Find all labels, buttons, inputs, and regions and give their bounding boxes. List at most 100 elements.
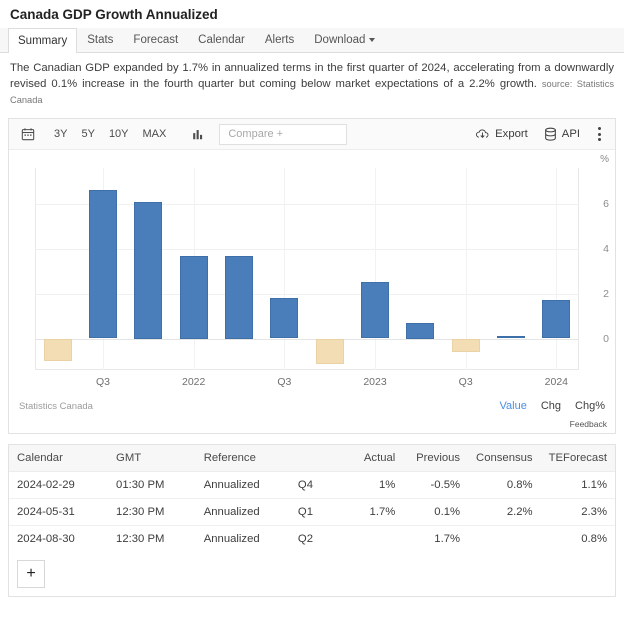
cell-forecast: 1.1% bbox=[540, 471, 615, 499]
chart-bar[interactable] bbox=[270, 298, 298, 338]
tab-forecast[interactable]: Forecast bbox=[123, 27, 188, 52]
add-row-button[interactable]: + bbox=[17, 560, 45, 588]
calendar-table-card: Calendar GMT Reference Actual Previous Consen… bbox=[8, 444, 616, 597]
column-header-calendar[interactable]: Calendar bbox=[9, 445, 109, 472]
page-title: Canada GDP Growth Annualized bbox=[0, 0, 624, 28]
x-axis-tick-label: Q3 bbox=[95, 376, 111, 388]
plot-border bbox=[578, 168, 579, 370]
table-body: 2024-02-29 01:30 PM Annualized Q4 1% -0.5% 0.8… bbox=[9, 471, 615, 553]
series-toggle-value[interactable]: Value bbox=[500, 400, 527, 412]
range-button-max[interactable]: MAX bbox=[136, 124, 174, 144]
cloud-download-icon bbox=[475, 127, 490, 142]
table-header: Calendar GMT Reference Actual Previous Consen… bbox=[9, 445, 615, 472]
table-row[interactable]: 2024-05-31 12:30 PM Annualized Q1 1.7% 0.1% 2.… bbox=[9, 498, 615, 526]
chart-bar[interactable] bbox=[497, 336, 525, 338]
tab-summary[interactable]: Summary bbox=[8, 28, 78, 53]
tab-stats[interactable]: Stats bbox=[77, 27, 123, 52]
cell-consensus bbox=[468, 526, 541, 553]
gridline-vertical bbox=[556, 168, 557, 370]
series-toggle-chgpct[interactable]: Chg% bbox=[575, 400, 605, 412]
chart-bar[interactable] bbox=[134, 202, 162, 339]
chart-bar[interactable] bbox=[542, 300, 570, 338]
cell-previous: 0.1% bbox=[403, 498, 469, 526]
plot-border bbox=[35, 168, 36, 370]
chart-bar[interactable] bbox=[316, 339, 344, 364]
x-axis-tick-label: Q3 bbox=[277, 376, 292, 388]
database-icon bbox=[544, 127, 557, 142]
cell-gmt: 01:30 PM bbox=[108, 471, 196, 499]
export-button[interactable]: Export bbox=[468, 124, 535, 145]
x-axis-tick-label: 2023 bbox=[363, 376, 387, 388]
chart-bar[interactable] bbox=[180, 256, 208, 339]
column-header-gmt[interactable]: GMT bbox=[108, 445, 196, 472]
x-axis-tick-label: 2024 bbox=[544, 376, 569, 388]
table-row[interactable]: 2024-08-30 12:30 PM Annualized Q2 1.7% 0.8% bbox=[9, 526, 615, 553]
compare-input[interactable]: Compare + bbox=[219, 123, 347, 145]
y-axis-tick-label: 6 bbox=[603, 197, 609, 210]
cell-consensus: 0.8% bbox=[468, 471, 541, 499]
column-header-consensus[interactable]: Consensus bbox=[468, 445, 541, 472]
cell-forecast: 2.3% bbox=[540, 498, 615, 526]
cell-actual: 1% bbox=[342, 471, 404, 499]
tab-download[interactable]: Download bbox=[304, 27, 385, 52]
cell-quarter: Q1 bbox=[289, 498, 343, 526]
cell-actual: 1.7% bbox=[342, 498, 404, 526]
series-toggle-chg[interactable]: Chg bbox=[541, 400, 561, 412]
chart-bar[interactable] bbox=[452, 339, 480, 352]
cell-quarter: Q2 bbox=[297, 533, 313, 545]
bar-chart[interactable] bbox=[35, 168, 579, 370]
gridline-vertical bbox=[375, 168, 376, 370]
tab-label: Forecast bbox=[133, 34, 179, 46]
cell-calendar: 2024-08-30 bbox=[17, 533, 75, 545]
calendar-table: Calendar GMT Reference Actual Previous Consen… bbox=[9, 445, 615, 552]
tab-alerts[interactable]: Alerts bbox=[255, 27, 304, 52]
cell-previous: 1.7% bbox=[434, 533, 461, 545]
cell-gmt: 12:30 PM bbox=[116, 533, 165, 545]
y-axis-tick-label: 0 bbox=[603, 332, 609, 345]
feedback-link[interactable]: Feedback bbox=[570, 419, 607, 429]
range-button-5y[interactable]: 5Y bbox=[74, 124, 101, 144]
feedback-row: Feedback bbox=[9, 419, 615, 433]
chart-bar[interactable] bbox=[44, 339, 72, 361]
y-axis-tick-label: 2 bbox=[603, 287, 609, 300]
cell-reference: Annualized bbox=[203, 533, 260, 545]
chart-bar[interactable] bbox=[225, 256, 253, 339]
chart-bar[interactable] bbox=[361, 282, 389, 338]
bar-chart-icon[interactable] bbox=[185, 121, 211, 147]
column-header-quarter[interactable] bbox=[289, 445, 343, 472]
y-axis-unit-label: % bbox=[600, 154, 609, 165]
column-header-previous[interactable]: Previous bbox=[403, 445, 469, 472]
chart-bar[interactable] bbox=[406, 323, 434, 339]
kebab-menu-icon[interactable] bbox=[589, 121, 609, 147]
chart-footer: Statistics Canada Value Chg Chg% bbox=[9, 393, 615, 419]
series-toggle-group: Value Chg Chg% bbox=[500, 400, 605, 412]
cell-forecast: 0.8% bbox=[581, 533, 607, 545]
column-header-actual[interactable]: Actual bbox=[342, 445, 404, 472]
table-row[interactable]: 2024-02-29 01:30 PM Annualized Q4 1% -0.5% 0.8… bbox=[9, 471, 615, 499]
gridline-vertical bbox=[284, 168, 285, 370]
cell-reference: Annualized bbox=[195, 471, 290, 499]
cell-gmt: 12:30 PM bbox=[108, 498, 196, 526]
cell-previous: -0.5% bbox=[403, 471, 469, 499]
range-button-10y[interactable]: 10Y bbox=[102, 124, 136, 144]
tab-label: Summary bbox=[18, 35, 68, 47]
calendar-icon[interactable] bbox=[15, 121, 41, 147]
zero-line bbox=[35, 338, 579, 340]
add-row-bar: + bbox=[9, 552, 615, 596]
cell-consensus: 2.2% bbox=[468, 498, 541, 526]
range-button-3y[interactable]: 3Y bbox=[47, 124, 74, 144]
api-button[interactable]: API bbox=[537, 124, 587, 145]
compare-placeholder: Compare + bbox=[228, 128, 284, 140]
column-header-reference[interactable]: Reference bbox=[195, 445, 290, 472]
chart-toolbar: 3Y 5Y 10Y MAX Compare + Export API bbox=[9, 119, 615, 150]
export-label: Export bbox=[495, 128, 528, 140]
chart-plot-area: % 0 2 4 6 Q3 2022 Q3 2023 Q3 2024 bbox=[9, 150, 615, 393]
tab-calendar[interactable]: Calendar bbox=[188, 27, 255, 52]
plot-border bbox=[35, 369, 579, 370]
chart-bar[interactable] bbox=[89, 190, 117, 338]
summary-text: The Canadian GDP expanded by 1.7% in ann… bbox=[10, 62, 614, 90]
tab-bar: Summary Stats Forecast Calendar Alerts Downlo… bbox=[0, 28, 624, 53]
chart-card: 3Y 5Y 10Y MAX Compare + Export API % 0 2… bbox=[8, 118, 616, 434]
column-header-forecast[interactable]: TEForecast bbox=[540, 445, 615, 472]
summary-paragraph: The Canadian GDP expanded by 1.7% in ann… bbox=[0, 53, 624, 116]
